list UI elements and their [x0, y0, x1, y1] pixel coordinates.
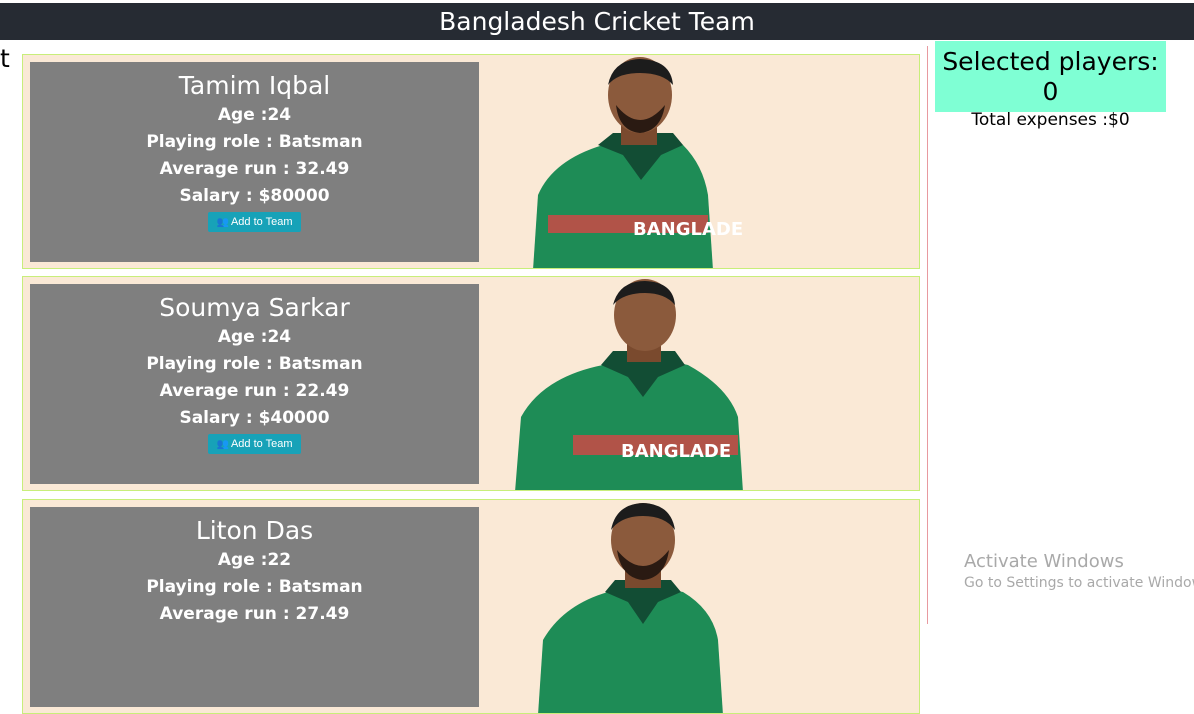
divider	[927, 46, 928, 624]
team-summary: Selected players: 0 Total expenses :$0	[935, 41, 1166, 130]
player-name: Liton Das	[195, 516, 314, 545]
page-header: Bangladesh Cricket Team	[0, 3, 1194, 40]
player-average: Average run : 22.49	[159, 381, 350, 401]
player-average: Average run : 32.49	[159, 159, 350, 179]
player-name: Tamim Iqbal	[178, 71, 331, 100]
player-card: Soumya Sarkar Age :24 Playing role : Bat…	[22, 276, 920, 491]
activate-windows-watermark: Activate Windows Go to Settings to activ…	[964, 551, 1194, 593]
selected-players-count: Selected players: 0	[942, 47, 1159, 106]
player-role: Playing role : Batsman	[146, 132, 363, 152]
player-photo: BANGLADE	[515, 279, 743, 490]
stray-text: t	[0, 44, 10, 73]
player-salary: Salary : $40000	[179, 408, 330, 428]
svg-text:BANGLADE: BANGLADE	[633, 219, 743, 240]
player-photo	[538, 503, 723, 713]
users-icon: 👥	[216, 439, 229, 450]
player-info: Liton Das Age :22 Playing role : Batsman…	[30, 507, 479, 707]
add-to-team-label: Add to Team	[230, 438, 293, 450]
player-name: Soumya Sarkar	[159, 293, 350, 322]
svg-text:BANGLADE: BANGLADE	[621, 441, 731, 462]
player-salary: Salary : $80000	[179, 186, 330, 206]
add-to-team-button[interactable]: 👥 Add to Team	[208, 434, 301, 454]
player-info: Soumya Sarkar Age :24 Playing role : Bat…	[30, 284, 479, 484]
player-card: Liton Das Age :22 Playing role : Batsman…	[22, 499, 920, 714]
player-card: Tamim Iqbal Age :24 Playing role : Batsm…	[22, 54, 920, 269]
player-role: Playing role : Batsman	[146, 354, 363, 374]
player-role: Playing role : Batsman	[146, 577, 363, 597]
watermark-line2: Go to Settings to activate Windows.	[964, 575, 1194, 591]
watermark-line1: Activate Windows	[964, 551, 1124, 572]
player-photo: BANGLADE	[533, 57, 743, 268]
player-info: Tamim Iqbal Age :24 Playing role : Batsm…	[30, 62, 479, 262]
total-expenses: Total expenses :$0	[971, 110, 1130, 130]
add-to-team-label: Add to Team	[230, 216, 293, 228]
users-icon: 👥	[216, 217, 229, 228]
player-age: Age :22	[217, 550, 292, 570]
player-age: Age :24	[217, 327, 292, 347]
player-age: Age :24	[217, 105, 292, 125]
add-to-team-button[interactable]: 👥 Add to Team	[208, 212, 301, 232]
page-title: Bangladesh Cricket Team	[439, 7, 755, 36]
